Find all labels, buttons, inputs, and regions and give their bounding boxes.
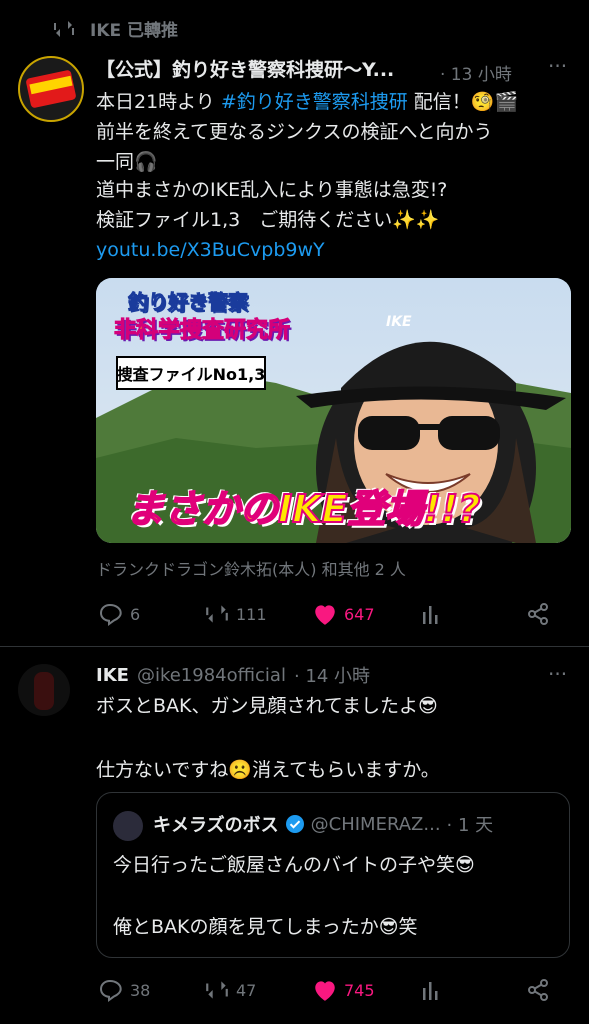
quote-handle[interactable]: @CHIMERAZ... bbox=[311, 814, 441, 835]
share-icon bbox=[528, 603, 548, 625]
tweet2-repost-action[interactable]: 47 bbox=[204, 978, 256, 1002]
official-avatar[interactable] bbox=[18, 56, 84, 122]
tweet-divider bbox=[0, 646, 589, 647]
tweet2-like-action[interactable]: 745 bbox=[312, 978, 375, 1002]
repost-icon bbox=[206, 605, 228, 623]
quote-header: キメラズのボス @CHIMERAZ... · 1 天 bbox=[153, 811, 493, 837]
tweet1-line5: 検証ファイル1,3 ご期待ください✨✨ bbox=[96, 209, 440, 231]
reply-icon bbox=[99, 603, 122, 626]
cap-logo-text: IKE bbox=[386, 314, 412, 330]
likers-line[interactable]: ドランクドラゴン鈴木拓(本人) 和其他 2 人 bbox=[96, 556, 406, 580]
show-logo-line1: 釣り好き警察 bbox=[128, 290, 249, 315]
video-thumbnail[interactable]: IKE 釣り好き警察 非科学捜査研究所 捜査ファイルNo1,3 まさかのIKE登… bbox=[96, 278, 571, 543]
tweet2-reply-count: 38 bbox=[130, 980, 151, 1000]
tweet2-reply-action[interactable]: 38 bbox=[98, 978, 150, 1002]
like-action[interactable]: 647 bbox=[312, 602, 375, 626]
tweet1-more-button[interactable]: ··· bbox=[548, 54, 567, 78]
tweet2-author-name[interactable]: IKE bbox=[96, 665, 129, 686]
analytics-icon bbox=[423, 606, 438, 624]
tweet2-header: IKE @ike1984official · 14 小時 bbox=[96, 662, 370, 688]
tweet2-time[interactable]: · 14 小時 bbox=[294, 662, 370, 688]
tweet1-line1: 本日21時より #釣り好き警察科捜研 配信！🧐🎬 bbox=[96, 88, 518, 117]
analytics-icon bbox=[423, 982, 438, 1000]
quote-line1: 今日行ったご飯屋さんのバイトの子や笑😎 bbox=[113, 854, 475, 876]
tweet1-line2: 前半を終えて更なるジンクスの検証へと向かう bbox=[96, 121, 493, 143]
verified-icon bbox=[285, 815, 304, 833]
repost-label: IKE 已轉推 bbox=[90, 21, 179, 41]
quote-avatar[interactable] bbox=[113, 811, 143, 841]
tweet1-line4: 道中まさかのIKE乱入により事態は急変!? bbox=[96, 179, 448, 201]
youtube-link[interactable]: youtu.be/X3BuCvpb9wY bbox=[96, 236, 325, 265]
hashtag-link[interactable]: #釣り好き警察科捜研 bbox=[221, 91, 408, 113]
tweet1-time[interactable]: · 13 小時 bbox=[440, 60, 512, 85]
tweet2-share-button[interactable] bbox=[526, 978, 550, 1002]
repost-icon bbox=[206, 981, 228, 999]
tweet1-line1-end: 配信！🧐🎬 bbox=[407, 91, 519, 113]
share-icon bbox=[528, 979, 548, 1001]
repost-action[interactable]: 111 bbox=[204, 602, 267, 626]
tweet2-like-count: 745 bbox=[344, 980, 375, 1000]
tweet2-more-button[interactable]: ··· bbox=[548, 662, 567, 686]
heart-icon bbox=[315, 981, 335, 1001]
repost-header: IKE 已轉推 bbox=[52, 16, 178, 41]
analytics-button[interactable] bbox=[420, 604, 444, 626]
tweet2-line2: 仕方ないですね☹️消えてもらいますか。 bbox=[96, 759, 440, 781]
reply-count: 6 bbox=[130, 604, 141, 624]
reply-action[interactable]: 6 bbox=[98, 602, 140, 626]
ike-avatar[interactable] bbox=[18, 664, 70, 716]
quote-time[interactable]: · 1 天 bbox=[447, 811, 494, 837]
tweet2-handle[interactable]: @ike1984official bbox=[137, 665, 286, 686]
tweet1-line1-text: 本日21時より bbox=[96, 91, 221, 113]
show-logo: 釣り好き警察 非科学捜査研究所 bbox=[106, 286, 336, 350]
file-label: 捜査ファイルNo1,3 bbox=[116, 356, 266, 390]
like-count: 647 bbox=[344, 604, 375, 624]
repost-icon bbox=[52, 18, 76, 40]
quote-line2: 俺とBAKの顔を見てしまったか😎笑 bbox=[113, 916, 418, 938]
quoted-tweet[interactable]: キメラズのボス @CHIMERAZ... · 1 天 今日行ったご飯屋さんのバイ… bbox=[96, 792, 570, 958]
share-button[interactable] bbox=[526, 602, 550, 626]
thumbnail-banner: まさかのIKE登場!!? bbox=[125, 486, 481, 532]
tweet1-line3: 一同🎧 bbox=[96, 151, 158, 173]
heart-icon bbox=[315, 605, 335, 625]
quote-author-name[interactable]: キメラズのボス bbox=[153, 811, 279, 837]
tweet2-line1: ボスとBAK、ガン見顔されてましたよ😎 bbox=[96, 695, 438, 717]
tweet2-analytics-button[interactable] bbox=[420, 980, 444, 1002]
show-logo-line2: 非科学捜査研究所 bbox=[113, 318, 291, 344]
repost-count: 111 bbox=[236, 604, 267, 624]
tweet2-repost-count: 47 bbox=[236, 980, 257, 1000]
tweet1-author-name[interactable]: 【公式】釣り好き警察科捜研〜Y... bbox=[96, 56, 394, 85]
reply-icon bbox=[99, 979, 122, 1002]
